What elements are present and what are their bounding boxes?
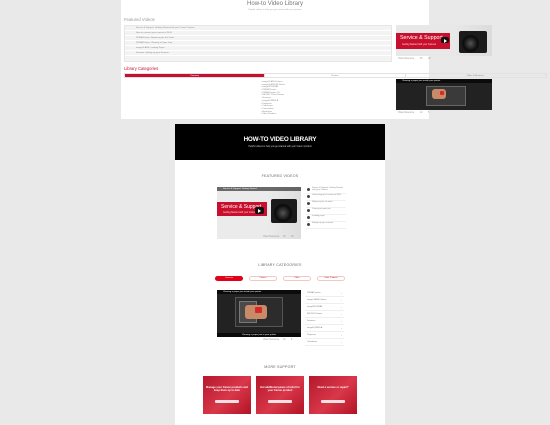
featured-item[interactable]: Service & Support: Getting Started with …	[306, 187, 346, 194]
video-title-bar: Service & Support: Getting Started	[217, 187, 301, 191]
printer-part	[440, 91, 444, 95]
printer-part	[255, 307, 262, 313]
video-meta-comments: 18	[291, 236, 294, 238]
category-item[interactable]: Calculators	[305, 339, 344, 346]
featured-item[interactable]: Setting up your scanner	[306, 222, 346, 229]
video-meta-likes: 45	[283, 236, 286, 238]
promo-card-manage[interactable]: Manage your Canon products and keep them…	[203, 376, 251, 414]
video-meta-views: Video Resource	[263, 236, 280, 238]
video-meta-likes: 12	[420, 112, 423, 114]
featured-video-player[interactable]: Service & Support Getting Started with y…	[396, 25, 492, 56]
category-item[interactable]: imagePROGRAF	[305, 304, 344, 311]
brand-sub: Getting Started with your Camera	[223, 212, 258, 214]
tab-printers[interactable]: Printers	[249, 276, 277, 281]
tab-office[interactable]: Office & Business	[406, 74, 546, 77]
video-caption: Clearing a paper jam in your printer	[217, 333, 301, 337]
category-tabs: Cameras Printers Office & Business	[124, 73, 547, 78]
featured-item[interactable]: Replacing the ink tanks	[306, 201, 346, 208]
more-support-heading: MORE SUPPORT	[264, 365, 296, 369]
hero-banner: HOW-TO VIDEO LIBRARY Helpful videos to h…	[175, 124, 385, 160]
tab-office[interactable]: Office	[283, 276, 311, 281]
promo-text: Manage your Canon products and keep them…	[206, 386, 248, 392]
promo-button[interactable]	[268, 400, 292, 403]
category-video-player[interactable]: Clearing a paper jam inside your printer…	[217, 290, 301, 337]
tab-printers[interactable]: Printers	[265, 74, 406, 77]
tab-other[interactable]: Other Products	[317, 276, 345, 281]
categories-heading: Library Categories	[124, 66, 159, 71]
featured-heading: Featured Videos	[124, 17, 155, 22]
play-icon[interactable]	[441, 37, 449, 43]
promo-card-peace-of-mind[interactable]: Get additional peace of mind for your Ca…	[256, 376, 304, 414]
video-meta-comments: 5	[291, 339, 293, 341]
video-meta-views: Video Resource	[263, 339, 280, 341]
video-meta-comments: 5	[428, 112, 430, 114]
category-item[interactable]: Projectors	[305, 332, 344, 339]
category-list: PIXMA Printers imageCLASS Printers image…	[305, 290, 344, 346]
promo-button[interactable]	[215, 400, 239, 403]
brand-sub: Getting Started with your Camera	[402, 44, 437, 46]
featured-list: Service & Support: Getting Started with …	[306, 187, 346, 229]
video-meta-comments: 18	[428, 58, 431, 60]
redesigned-page: HOW-TO VIDEO LIBRARY Helpful videos to h…	[175, 124, 385, 425]
video-meta-likes: 45	[420, 58, 423, 60]
featured-video-player[interactable]: Service & Support: Getting Started Servi…	[217, 187, 301, 239]
featured-item[interactable]: Loading paper	[306, 215, 346, 222]
camera-lens	[274, 204, 292, 222]
tab-cameras[interactable]: Cameras	[215, 276, 243, 281]
camera-lens	[462, 35, 479, 52]
category-item[interactable]: imageCLASS Printers	[305, 297, 344, 304]
featured-item[interactable]: Connecting your camera to Wi-Fi	[306, 194, 346, 201]
tab-cameras[interactable]: Cameras	[125, 74, 266, 77]
play-icon[interactable]	[255, 207, 264, 214]
page-title: How-to Video Library	[247, 1, 303, 7]
brand-line: Service & Support	[400, 35, 443, 41]
featured-item[interactable]: Clearing a paper jam	[306, 208, 346, 215]
category-item[interactable]: Scanners	[305, 318, 344, 325]
hero-subtitle: Helpful videos to help you get started w…	[248, 146, 312, 148]
featured-item[interactable]: Scanner: Setting up your Scanner	[125, 51, 391, 56]
video-meta-views: Video Resource	[398, 58, 415, 60]
categories-heading: LIBRARY CATEGORIES	[258, 263, 302, 267]
category-item[interactable]: SELPHY Printers	[305, 311, 344, 318]
category-item[interactable]: Other Products	[261, 113, 285, 116]
featured-list: Service & Support: Getting Started with …	[124, 25, 392, 62]
category-list: imageCLASS Printers imageCLASS MF Series…	[261, 81, 285, 116]
promo-card-repair[interactable]: Need a service or repair?	[309, 376, 357, 414]
promo-text: Need a service or repair?	[317, 386, 349, 389]
hero-title: HOW-TO VIDEO LIBRARY	[243, 136, 317, 143]
featured-heading: FEATURED VIDEOS	[261, 174, 299, 178]
category-video-player[interactable]: Clearing a paper jam inside your printer	[396, 79, 492, 110]
legacy-page: How-to Video Library Helpful videos to h…	[121, 0, 547, 119]
video-title-bar: Clearing a paper jam inside your printer	[217, 290, 301, 294]
category-tabs: Cameras Printers Office Other Products	[215, 276, 345, 282]
page-subtitle: Helpful videos to help you get started w…	[248, 9, 302, 11]
video-title-bar: Clearing a paper jam inside your printer	[396, 79, 492, 83]
category-item[interactable]: PIXMA Printers	[305, 290, 344, 297]
promo-text: Get additional peace of mind for your Ca…	[260, 386, 300, 392]
video-meta-views: Video Resource	[398, 112, 415, 114]
promo-button[interactable]	[321, 400, 345, 403]
video-meta-likes: 12	[283, 339, 286, 341]
category-item[interactable]: imageFORMULA	[305, 325, 344, 332]
